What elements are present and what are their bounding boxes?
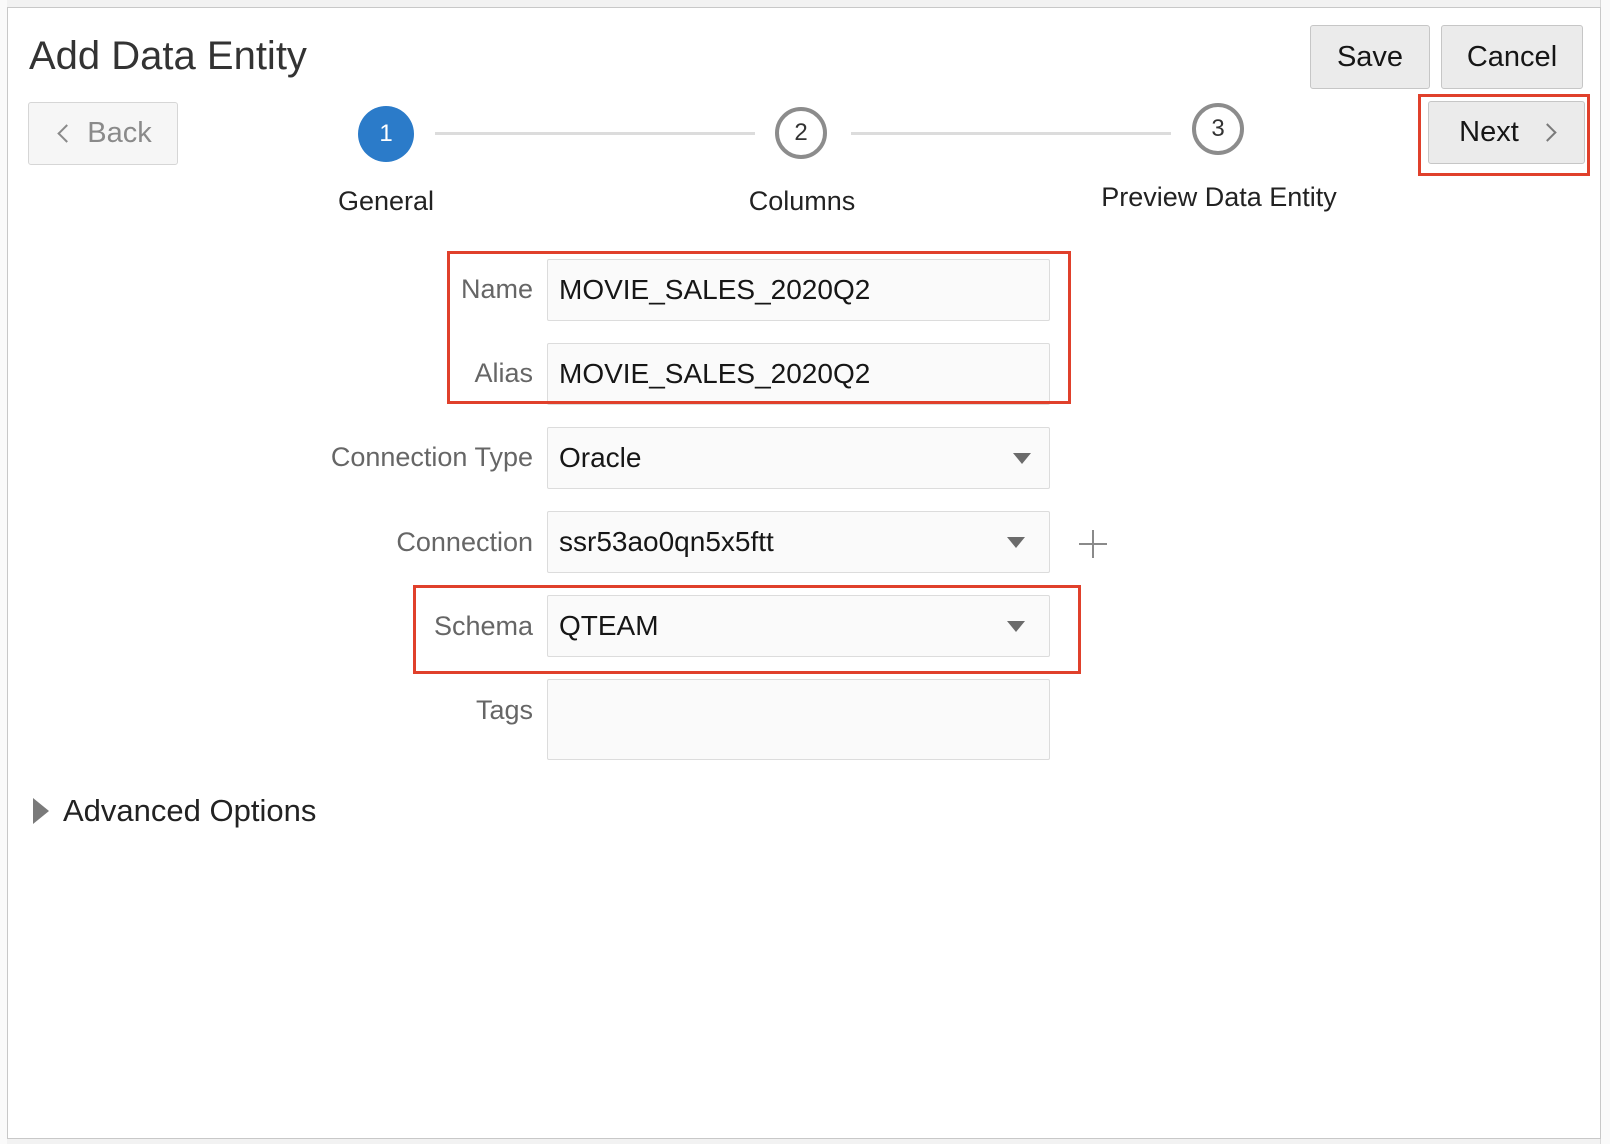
connection-type-label: Connection Type <box>330 442 533 472</box>
screen: Add Data Entity Save Cancel Back Next 1 … <box>0 0 1610 1144</box>
connection-value: ssr53ao0qn5x5ftt <box>559 526 774 557</box>
train-step-number: 1 <box>379 120 393 147</box>
cancel-button[interactable]: Cancel <box>1441 25 1583 89</box>
caret-down-icon <box>1013 453 1031 464</box>
advanced-options-toggle[interactable]: Advanced Options <box>33 793 316 829</box>
save-button[interactable]: Save <box>1310 25 1430 89</box>
train-step-number: 3 <box>1211 115 1225 142</box>
dialog-title: Add Data Entity <box>29 34 307 78</box>
train-step-label: Preview Data Entity <box>1101 182 1337 212</box>
caret-down-icon <box>1007 621 1025 632</box>
train-connector <box>435 132 755 135</box>
alias-field[interactable]: MOVIE_SALES_2020Q2 <box>547 343 1050 405</box>
tags-input[interactable] <box>547 679 1050 760</box>
connection-label: Connection <box>396 527 533 557</box>
train-step-number: 2 <box>794 119 808 146</box>
add-data-entity-dialog: Add Data Entity <box>7 7 1601 1139</box>
schema-select[interactable]: QTEAM <box>547 595 1050 657</box>
expand-triangle-icon <box>33 798 49 824</box>
alias-field-value: MOVIE_SALES_2020Q2 <box>559 358 871 389</box>
next-button[interactable]: Next <box>1428 101 1585 164</box>
name-label: Name <box>460 274 533 304</box>
train-step-label: General <box>337 186 435 216</box>
schema-label: Schema <box>433 611 533 641</box>
back-button-label: Back <box>87 117 152 149</box>
name-field-value: MOVIE_SALES_2020Q2 <box>559 274 871 305</box>
connection-type-select[interactable]: Oracle <box>547 427 1050 489</box>
cancel-button-label: Cancel <box>1466 40 1558 73</box>
train-step-preview[interactable]: 3 <box>1192 103 1244 155</box>
connection-select[interactable]: ssr53ao0qn5x5ftt <box>547 511 1050 573</box>
save-button-label: Save <box>1336 40 1404 73</box>
caret-down-icon <box>1007 537 1025 548</box>
advanced-options-label: Advanced Options <box>63 793 317 828</box>
background-edge-right <box>1600 0 1610 1144</box>
train-step-label: Columns <box>748 186 856 216</box>
tags-label: Tags <box>475 695 533 725</box>
background-edge-left <box>0 0 7 1144</box>
alias-label: Alias <box>474 358 533 388</box>
chevron-left-icon <box>57 124 76 143</box>
next-button-label: Next <box>1459 116 1519 148</box>
schema-value: QTEAM <box>559 610 659 641</box>
chevron-right-icon <box>1538 123 1557 142</box>
train-step-columns[interactable]: 2 <box>775 107 827 159</box>
back-button[interactable]: Back <box>28 102 178 165</box>
train-connector <box>851 132 1171 135</box>
name-field[interactable]: MOVIE_SALES_2020Q2 <box>547 259 1050 321</box>
train-step-general[interactable]: 1 <box>358 106 414 162</box>
add-connection-plus-icon[interactable] <box>1079 530 1107 558</box>
connection-type-value: Oracle <box>559 442 642 473</box>
